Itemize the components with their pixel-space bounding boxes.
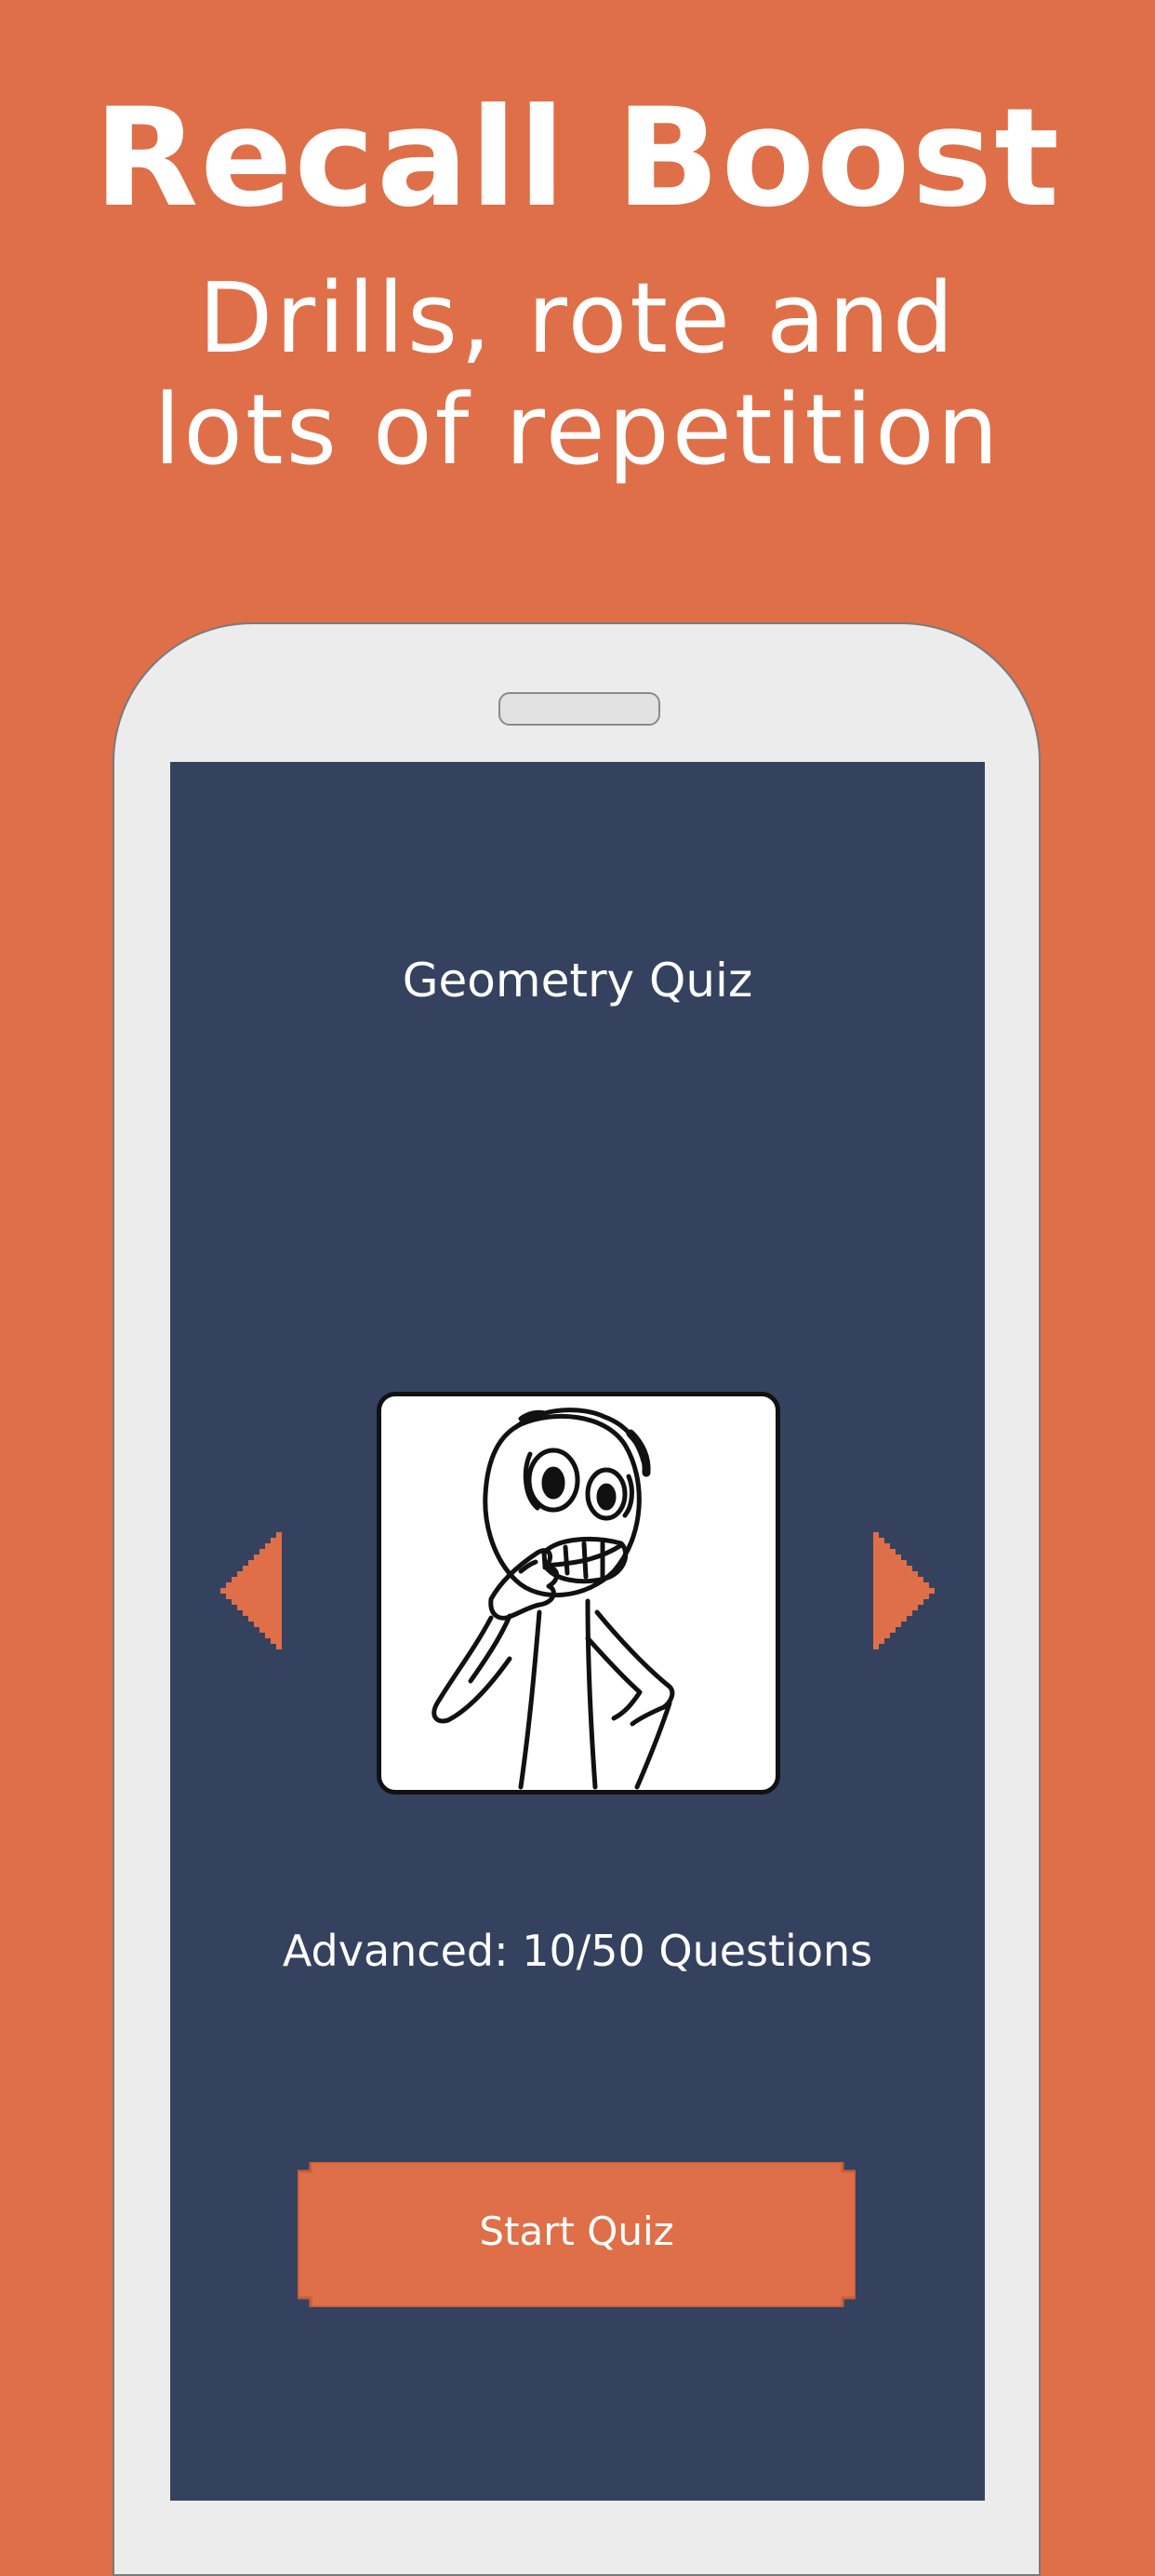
caret-right-icon [873, 1532, 935, 1649]
caret-left-icon [220, 1532, 282, 1649]
start-quiz-label: Start Quiz [479, 2209, 674, 2254]
nervous-stick-figure-illustration [431, 1408, 675, 1790]
quiz-title: Geometry Quiz [402, 954, 753, 1008]
promo-tagline-line-1: Drills, rote and [198, 261, 957, 375]
start-quiz-button[interactable]: Start Quiz [298, 2162, 856, 2307]
promo-tagline: Drills, rote and lots of repetition [0, 262, 1155, 486]
app-screen: Geometry Quiz Advanced: 10/50 Questions … [170, 762, 985, 2501]
previous-quiz-arrow[interactable] [220, 1532, 282, 1649]
device-speaker [498, 692, 660, 726]
quiz-level-info: Advanced: 10/50 Questions [282, 1926, 873, 1976]
quiz-card-image [377, 1392, 780, 1795]
promo-headline: Recall Boost [93, 79, 1061, 237]
next-quiz-arrow[interactable] [873, 1532, 935, 1649]
promo-tagline-line-2: lots of repetition [153, 373, 1002, 487]
